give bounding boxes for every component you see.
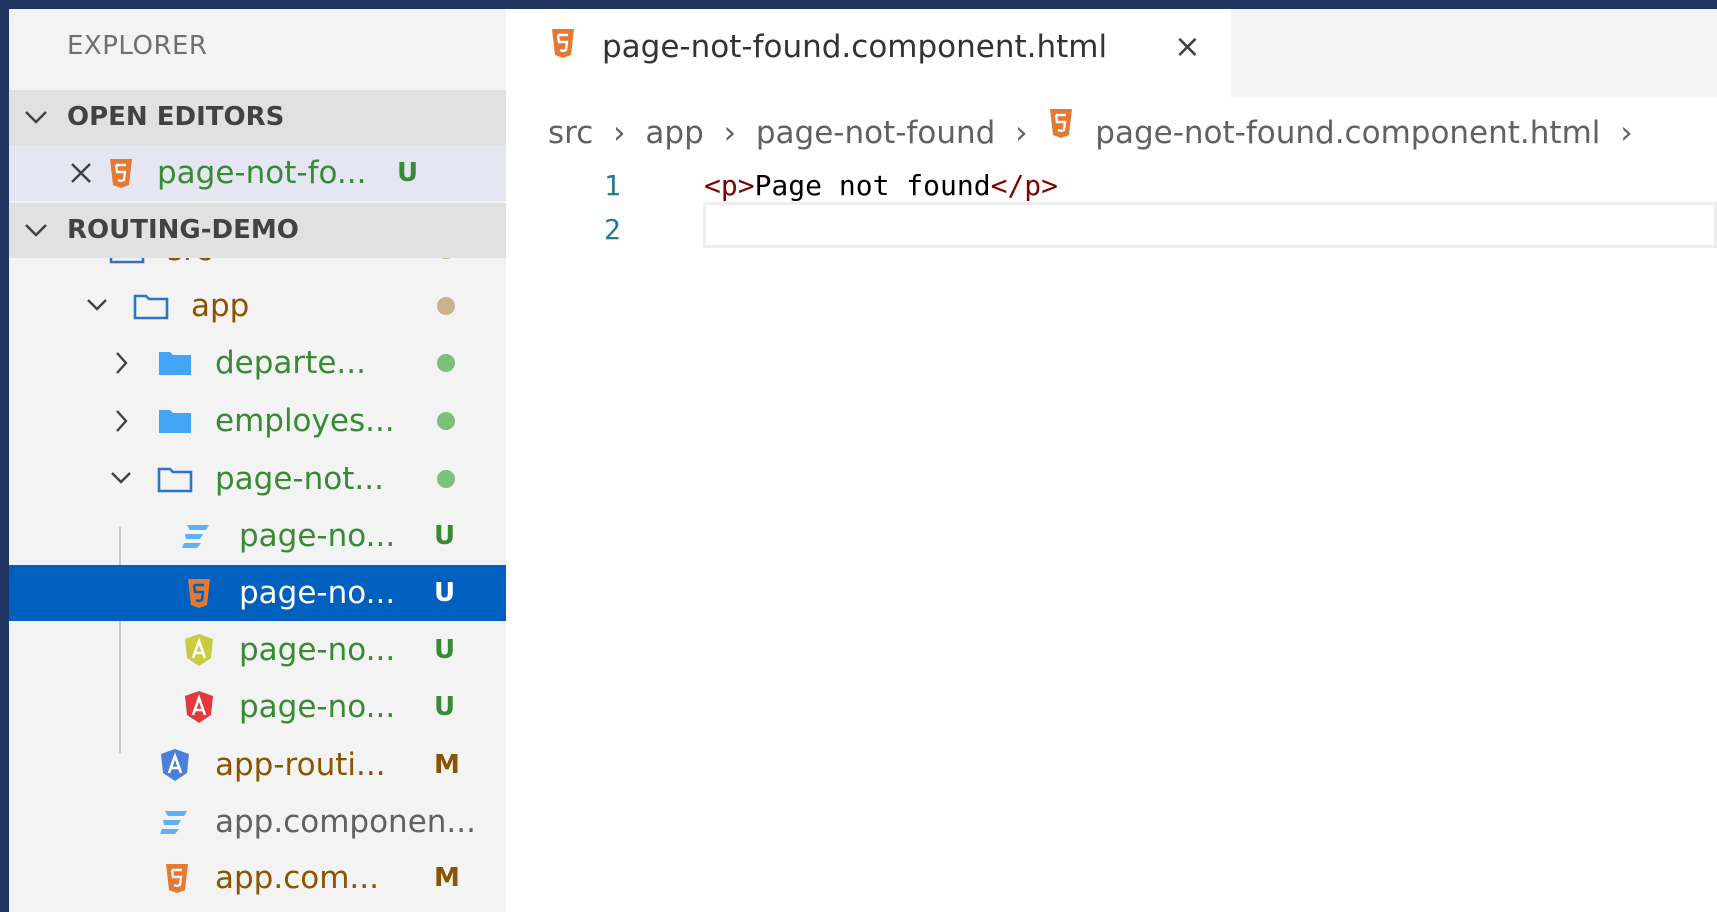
tree-item-spec-file[interactable]: page-no... U — [9, 622, 506, 678]
tab-label: page-not-found.component.html — [602, 29, 1108, 65]
project-label: ROUTING-DEMO — [67, 215, 299, 245]
tree-item-label: departe... — [215, 345, 366, 381]
code-text: Page not found — [754, 169, 991, 202]
open-editor-label: page-not-fo... — [157, 155, 367, 191]
tree-item-app-component-css[interactable]: app.componen... — [9, 794, 506, 850]
tree-item-page-not-found-folder[interactable]: page-not... — [9, 451, 506, 507]
tree-item-css-file[interactable]: page-no... U — [9, 508, 506, 564]
git-status-badge: U — [434, 692, 456, 722]
tree-item-label: page-no... — [239, 575, 396, 611]
code-line[interactable]: <p>Page not found</p> — [704, 169, 1058, 202]
tree-item-label: app.com... — [215, 860, 379, 896]
vscode-window: EXPLORER OPEN EDITORS page-not-fo... U R… — [9, 9, 1717, 912]
close-icon[interactable]: × — [1174, 27, 1201, 65]
git-status-badge: U — [434, 521, 456, 551]
breadcrumb-item[interactable]: app — [645, 115, 703, 151]
tree-item-app-component-html[interactable]: app.com... M — [9, 850, 506, 906]
git-status-dot-icon — [437, 258, 455, 259]
tab-bar: page-not-found.component.html × — [506, 9, 1717, 97]
html-file-icon — [163, 850, 191, 912]
current-line-highlight — [703, 202, 1717, 248]
tree-item-label: employes... — [215, 403, 395, 439]
git-status-dot-icon — [437, 297, 455, 315]
breadcrumb-item[interactable]: page-not-found.component.html — [1095, 115, 1600, 151]
chevron-right-icon: › — [1620, 115, 1633, 151]
git-status-badge: M — [434, 863, 460, 893]
tree-item-label: app-routi... — [215, 747, 386, 783]
git-status-dot-icon — [437, 354, 455, 372]
git-status-badge: U — [434, 635, 456, 665]
html-tag: </p> — [990, 169, 1059, 202]
line-number: 1 — [604, 169, 621, 202]
tree-item-app[interactable]: app — [9, 278, 506, 334]
tab-page-not-found-html[interactable]: page-not-found.component.html × — [506, 9, 1231, 97]
tree-item-departments[interactable]: departe... — [9, 335, 506, 391]
tree-item-label: src — [167, 258, 212, 278]
editor-area: page-not-found.component.html × src › ap… — [506, 9, 1717, 912]
file-tree: src app — [9, 258, 506, 912]
tree-item-label: app.componen... — [215, 804, 476, 840]
chevron-right-icon: › — [1015, 115, 1028, 151]
git-status-badge: U — [434, 578, 456, 608]
html-tag: <p> — [704, 169, 755, 202]
tree-item-component-file[interactable]: page-no... U — [9, 679, 506, 735]
chevron-right-icon: › — [723, 115, 737, 151]
project-header[interactable]: ROUTING-DEMO — [9, 203, 506, 258]
tree-item-app-routing[interactable]: app-routi... M — [9, 737, 506, 793]
open-editor-item[interactable]: page-not-fo... U — [9, 145, 506, 201]
explorer-title: EXPLORER — [67, 31, 208, 61]
tree-item-label: page-no... — [239, 518, 396, 554]
open-editors-header[interactable]: OPEN EDITORS — [9, 90, 506, 145]
tree-item-employees[interactable]: employes... — [9, 393, 506, 449]
git-status-badge: M — [434, 750, 460, 780]
html-file-icon — [1047, 105, 1075, 165]
explorer-sidebar: EXPLORER OPEN EDITORS page-not-fo... U R… — [9, 9, 506, 912]
tree-item-src[interactable]: src — [9, 258, 506, 278]
breadcrumb-item[interactable]: src — [548, 115, 593, 151]
tree-item-label: page-no... — [239, 689, 396, 725]
git-status-badge: U — [397, 158, 419, 188]
tree-item-label: page-not... — [215, 461, 384, 497]
breadcrumb: src › app › page-not-found › page-not-fo… — [548, 103, 1643, 163]
git-status-dot-icon — [437, 470, 455, 488]
chevron-right-icon: › — [613, 115, 626, 151]
breadcrumb-item[interactable]: page-not-found — [756, 115, 995, 151]
tree-item-label: app — [191, 288, 250, 324]
git-status-dot-icon — [437, 412, 455, 430]
tree-item-html-file[interactable]: page-no... U — [9, 565, 506, 621]
html-file-icon — [548, 25, 578, 85]
tree-item-label: page-no... — [239, 632, 396, 668]
open-editors-label: OPEN EDITORS — [67, 102, 285, 132]
line-number: 2 — [604, 213, 621, 246]
